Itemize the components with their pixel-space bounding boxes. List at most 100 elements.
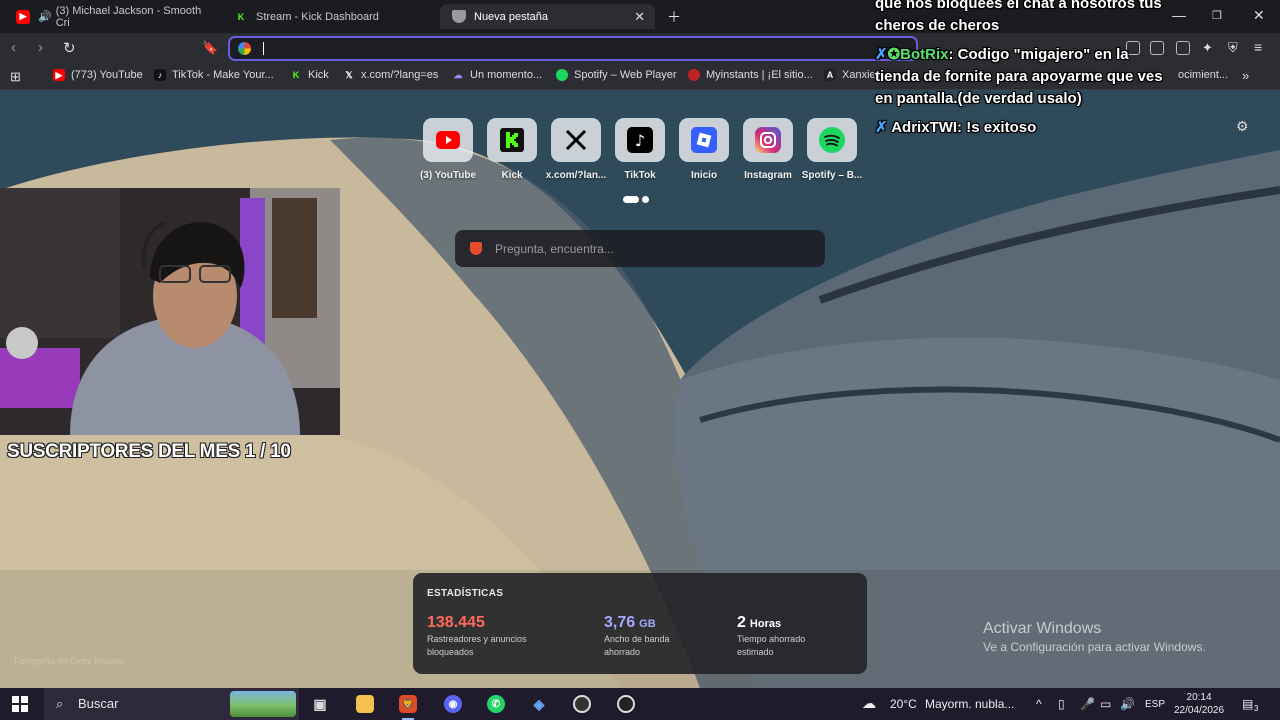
- split-view-icon[interactable]: [1150, 41, 1164, 55]
- notifications-icon[interactable]: ▤: [1242, 697, 1253, 711]
- x-icon: [565, 129, 587, 151]
- more-bookmarks-icon[interactable]: »: [1242, 68, 1249, 83]
- recording-app-icon[interactable]: [617, 695, 635, 713]
- tab-youtube[interactable]: ▶ 🔊 (3) Michael Jackson - Smooth Cri: [4, 4, 212, 29]
- reload-icon[interactable]: ↻: [63, 39, 76, 57]
- page-dot-active[interactable]: [623, 196, 639, 203]
- weather-icon[interactable]: ☁: [862, 695, 876, 712]
- shortcut-kick[interactable]: Kick: [480, 118, 544, 181]
- bookmark-youtube[interactable]: ▶ (773) YouTube: [53, 69, 143, 81]
- shortcut-instagram[interactable]: Instagram: [736, 118, 800, 181]
- bookmark-folder[interactable]: ocimient...: [1178, 69, 1228, 81]
- wallet-icon[interactable]: [1176, 41, 1190, 55]
- tab-kick[interactable]: K Stream - Kick Dashboard: [222, 4, 434, 29]
- shortcut-label: Kick: [501, 170, 523, 181]
- stat-desc: Rastreadores y anuncios: [427, 634, 527, 644]
- taskbar-search[interactable]: ⌕ Buscar: [44, 688, 299, 720]
- weather-desc[interactable]: Mayorm. nubla...: [925, 697, 1014, 711]
- shortcut-label: Spotify – B...: [801, 170, 863, 181]
- apps-grid-icon[interactable]: ⊞: [10, 69, 21, 85]
- stat-time: 2 Horas Tiempo ahorrado estimado: [737, 614, 805, 659]
- chat-text: Codigo "migajero" en la: [957, 46, 1129, 63]
- audio-icon[interactable]: 🔊: [38, 10, 52, 23]
- start-button[interactable]: [12, 696, 28, 712]
- forward-icon[interactable]: ›: [38, 39, 43, 56]
- photo-credit: Fotografía de Getty Images: [14, 656, 124, 666]
- address-bar[interactable]: [228, 36, 918, 61]
- taskbar-search-label: Buscar: [78, 696, 119, 711]
- tiktok-icon: ♪: [154, 69, 166, 81]
- a-icon: A: [824, 69, 836, 81]
- shortcut-label: x.com/?lan...: [545, 170, 607, 181]
- chat-line: que nos bloquees el chat a nosotros tus: [875, 0, 1162, 12]
- roblox-icon: [691, 127, 717, 153]
- search-highlight-image: [230, 691, 296, 717]
- stat-desc: Ancho de banda: [604, 634, 670, 644]
- address-input[interactable]: [266, 40, 826, 57]
- youtube-icon: ▶: [53, 69, 65, 81]
- myinstants-icon: [688, 69, 700, 81]
- text-cursor: [263, 42, 264, 55]
- language-indicator[interactable]: ESP: [1145, 699, 1165, 710]
- youtube-icon: [436, 131, 460, 149]
- clock-time: 20:14: [1186, 692, 1212, 703]
- bookmark-label: TikTok - Make Your...: [172, 69, 274, 81]
- activate-title: Activar Windows: [983, 620, 1102, 637]
- bookmark-un-momento[interactable]: ☁ Un momento...: [452, 69, 543, 81]
- weather-temp[interactable]: 20°C: [890, 697, 917, 711]
- customize-gear-icon[interactable]: ⚙: [1236, 118, 1249, 135]
- menu-icon[interactable]: ≡: [1254, 39, 1262, 55]
- page-dot[interactable]: [642, 196, 649, 203]
- volume-icon[interactable]: 🔊: [1120, 697, 1135, 711]
- windows-taskbar: ⌕ Buscar ▣ 🦁 ◉ ✆ ◈ ☁ 20°C Mayorm. nubla.…: [0, 688, 1280, 720]
- shortcut-x[interactable]: x.com/?lan...: [544, 118, 608, 181]
- minimize-button[interactable]: —: [1172, 7, 1186, 23]
- back-icon[interactable]: ‹: [11, 39, 16, 56]
- whatsapp-icon[interactable]: ✆: [487, 695, 505, 713]
- discord-icon[interactable]: ◉: [444, 695, 462, 713]
- clock[interactable]: 20:14 22/04/2026: [1174, 691, 1224, 717]
- shortcut-label: TikTok: [624, 170, 656, 181]
- stat-value: 2: [737, 614, 746, 631]
- svg-text:♪: ♪: [635, 131, 645, 150]
- chat-text: !s exitoso: [966, 119, 1037, 136]
- chevron-up-icon[interactable]: ^: [1036, 697, 1042, 711]
- bookmark-tiktok[interactable]: ♪ TikTok - Make Your...: [154, 69, 274, 81]
- vpn-icon[interactable]: ⛨: [1228, 40, 1238, 56]
- stat-desc: estimado: [737, 647, 774, 657]
- search-input[interactable]: [495, 239, 805, 259]
- stats-widget: ESTADÍSTICAS 138.445 Rastreadores y anun…: [413, 573, 867, 674]
- sword-badge-icon: ✗: [875, 46, 888, 63]
- shortcut-inicio[interactable]: Inicio: [672, 118, 736, 181]
- bookmark-spotify[interactable]: Spotify – Web Player: [556, 69, 677, 81]
- brave-browser-icon[interactable]: 🦁: [399, 695, 417, 720]
- bookmark-kick[interactable]: K Kick: [290, 69, 329, 81]
- shortcut-label: Inicio: [690, 170, 718, 181]
- google-icon: [238, 42, 251, 55]
- stat-value: 3,76: [604, 614, 636, 631]
- maximize-button[interactable]: ❐: [1212, 9, 1222, 22]
- close-window-button[interactable]: ✕: [1253, 7, 1265, 24]
- tab-new-tab[interactable]: Nueva pestaña ✕: [440, 4, 655, 29]
- bookmark-x[interactable]: 𝕏 x.com/?lang=es: [343, 69, 438, 81]
- app-icon[interactable]: ◈: [530, 695, 548, 713]
- bookmark-label: ocimient...: [1178, 69, 1229, 81]
- bookmark-myinstants[interactable]: Myinstants | ¡El sitio...: [688, 69, 813, 81]
- activate-subtitle: Ve a Configuración para activar Windows.: [983, 640, 1206, 654]
- new-tab-button[interactable]: ＋: [667, 7, 681, 27]
- new-tab-search-box[interactable]: [455, 230, 825, 267]
- shortcut-tiktok[interactable]: ♪ TikTok: [608, 118, 672, 181]
- microphone-icon[interactable]: 🎤: [1080, 697, 1095, 711]
- network-icon[interactable]: ▭: [1100, 697, 1111, 711]
- task-view-icon[interactable]: ▣: [311, 695, 329, 713]
- bookmark-xanxie[interactable]: A Xanxie: [824, 69, 876, 81]
- bookmark-label: Kick: [308, 69, 329, 81]
- bookmark-icon[interactable]: 🔖: [202, 40, 218, 56]
- obs-icon[interactable]: [573, 695, 591, 713]
- close-tab-icon[interactable]: ✕: [634, 9, 645, 25]
- device-icon[interactable]: ▯: [1058, 697, 1065, 711]
- leo-ai-icon[interactable]: ✦: [1202, 40, 1213, 56]
- file-explorer-icon[interactable]: [356, 695, 374, 713]
- shortcut-youtube[interactable]: (3) YouTube: [416, 118, 480, 181]
- shortcut-spotify[interactable]: Spotify – B...: [800, 118, 864, 181]
